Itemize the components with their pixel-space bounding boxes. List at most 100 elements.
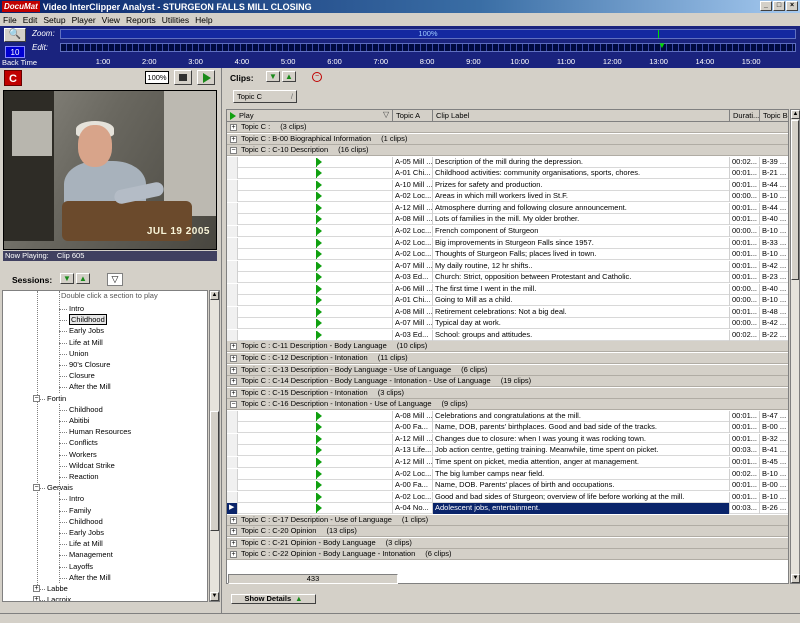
row-selector[interactable]: [227, 480, 238, 492]
group-row[interactable]: − Topic C : C-16 Description - Intonation…: [227, 399, 788, 411]
expand-icon[interactable]: +: [230, 528, 237, 536]
zoom-magnifier-button[interactable]: 🔍: [4, 28, 26, 42]
zoom-slider[interactable]: 100%: [60, 29, 796, 39]
row-selector[interactable]: [227, 214, 238, 226]
group-row[interactable]: + Topic C : C-12 Description - Intonation…: [227, 353, 788, 364]
row-selector[interactable]: [227, 237, 238, 249]
row-selector[interactable]: [227, 272, 238, 284]
menu-player[interactable]: Player: [72, 15, 96, 25]
play-flag-icon[interactable]: [316, 238, 322, 248]
section-node[interactable]: Childhood: [69, 314, 107, 326]
clip-play-cell[interactable]: [238, 422, 393, 434]
clip-row[interactable]: A-03 Ed... School: groups and attitudes. 0…: [227, 329, 788, 341]
scroll-down-icon[interactable]: ▼: [210, 592, 219, 601]
group-row[interactable]: + Topic C : C-21 Opinion - Body Language(…: [227, 537, 788, 549]
sessions-scroll-thumb[interactable]: [210, 411, 219, 531]
menu-file[interactable]: File: [3, 15, 17, 25]
section-node[interactable]: Union: [69, 348, 89, 359]
clip-play-cell[interactable]: [238, 214, 393, 226]
clip-play-cell[interactable]: [238, 329, 393, 341]
play-flag-icon[interactable]: [316, 423, 322, 433]
clip-play-cell[interactable]: [238, 249, 393, 261]
expand-icon[interactable]: +: [230, 135, 237, 143]
clip-row[interactable]: A-12 Mill ... Time spent on picket, media…: [227, 456, 788, 468]
clip-play-cell[interactable]: [238, 295, 393, 307]
row-selector[interactable]: [227, 260, 238, 272]
row-selector[interactable]: [227, 191, 238, 203]
clip-row[interactable]: A-00 Fa... Name, DOB, parents' birthplace…: [227, 422, 788, 434]
section-node[interactable]: Early Jobs: [69, 325, 104, 336]
clip-row[interactable]: A-02 Loc... Areas in which mill workers l…: [227, 191, 788, 203]
clip-row[interactable]: ▶ A-04 No... Adolescent jobs, entertainmen…: [227, 503, 788, 515]
clip-row[interactable]: A-02 Loc... French component of Sturgeon 0…: [227, 225, 788, 237]
expand-icon[interactable]: +: [230, 539, 237, 547]
section-node[interactable]: Life at Mill: [69, 337, 103, 348]
scroll-down-icon[interactable]: ▼: [791, 574, 800, 583]
collapse-icon[interactable]: −: [33, 484, 40, 492]
clip-play-cell[interactable]: [238, 445, 393, 457]
clip-play-cell[interactable]: [238, 283, 393, 295]
play-flag-icon[interactable]: [316, 250, 322, 260]
row-selector[interactable]: [227, 491, 238, 503]
row-selector[interactable]: [227, 168, 238, 180]
row-selector[interactable]: [227, 202, 238, 214]
clip-row[interactable]: A-08 Mill ... Celebrations and congratula…: [227, 410, 788, 422]
maximize-button[interactable]: □: [773, 1, 785, 11]
col-clip-label-header[interactable]: Clip Label: [433, 110, 730, 122]
group-row[interactable]: + Topic C : C-11 Description - Body Langu…: [227, 341, 788, 353]
section-node[interactable]: Management: [69, 549, 113, 560]
play-flag-icon[interactable]: [316, 504, 322, 514]
play-flag-icon[interactable]: [316, 481, 322, 491]
video-player[interactable]: JUL 19 2005: [3, 90, 217, 250]
play-flag-icon[interactable]: [316, 180, 322, 190]
session-node[interactable]: Fortin: [47, 393, 66, 404]
group-row[interactable]: + Topic C : C-14 Description - Body Langu…: [227, 376, 788, 388]
play-flag-icon[interactable]: [316, 446, 322, 456]
clip-row[interactable]: A-08 Mill ... Lots of families in the mil…: [227, 214, 788, 226]
menu-utilities[interactable]: Utilities: [162, 15, 189, 25]
clip-play-cell[interactable]: [238, 202, 393, 214]
clip-row[interactable]: A-12 Mill ... Changes due to closure: whe…: [227, 433, 788, 445]
clips-scrollbar[interactable]: ▲ ▼: [790, 109, 800, 584]
expand-icon[interactable]: +: [230, 124, 237, 131]
row-selector[interactable]: [227, 295, 238, 307]
play-flag-icon[interactable]: [316, 203, 322, 213]
collapse-icon[interactable]: −: [33, 394, 40, 402]
clip-row[interactable]: A-01 Chi... Childhood activities: communi…: [227, 168, 788, 180]
play-flag-icon[interactable]: [316, 157, 322, 167]
clips-up-button[interactable]: ▲: [282, 71, 296, 82]
clip-play-cell[interactable]: [238, 260, 393, 272]
row-selector[interactable]: [227, 156, 238, 168]
section-node[interactable]: After the Mill: [69, 572, 111, 583]
section-node[interactable]: Early Jobs: [69, 527, 104, 538]
menu-reports[interactable]: Reports: [126, 15, 156, 25]
clip-row[interactable]: A-02 Loc... The big lumber camps near fie…: [227, 468, 788, 480]
clip-play-cell[interactable]: [238, 491, 393, 503]
session-node[interactable]: Labbe: [47, 583, 68, 594]
play-flag-icon[interactable]: [316, 192, 322, 202]
group-row[interactable]: + Topic C : C-15 Description - Intonation…: [227, 387, 788, 399]
clip-play-cell[interactable]: [238, 272, 393, 284]
row-selector[interactable]: [227, 445, 238, 457]
clip-play-cell[interactable]: [238, 410, 393, 422]
group-row[interactable]: + Topic C : C-17 Description - Use of Lan…: [227, 514, 788, 526]
expand-icon[interactable]: +: [33, 585, 40, 592]
section-node[interactable]: Intro: [69, 303, 84, 314]
play-flag-icon[interactable]: [316, 492, 322, 502]
col-play-header[interactable]: Play: [227, 110, 393, 122]
clip-play-cell[interactable]: [238, 468, 393, 480]
clip-play-cell[interactable]: [238, 318, 393, 330]
menu-help[interactable]: Help: [195, 15, 212, 25]
col-topic-a-header[interactable]: Topic A: [393, 110, 433, 122]
section-node[interactable]: Reaction: [69, 471, 99, 482]
clip-row[interactable]: A-13 Life... Job action centre, getting t…: [227, 445, 788, 457]
clear-filter-icon[interactable]: −: [312, 72, 322, 82]
clip-play-cell[interactable]: [238, 225, 393, 237]
sessions-tree[interactable]: Double click a section to play Intro Chil…: [2, 290, 208, 602]
clip-row[interactable]: A-12 Mill ... Atmosphere durring and foll…: [227, 202, 788, 214]
play-flag-icon[interactable]: [316, 261, 322, 271]
expand-icon[interactable]: +: [230, 551, 237, 559]
sessions-down-button[interactable]: ▼: [60, 273, 74, 284]
clip-play-cell[interactable]: [238, 480, 393, 492]
clips-scroll-thumb[interactable]: [791, 120, 799, 280]
